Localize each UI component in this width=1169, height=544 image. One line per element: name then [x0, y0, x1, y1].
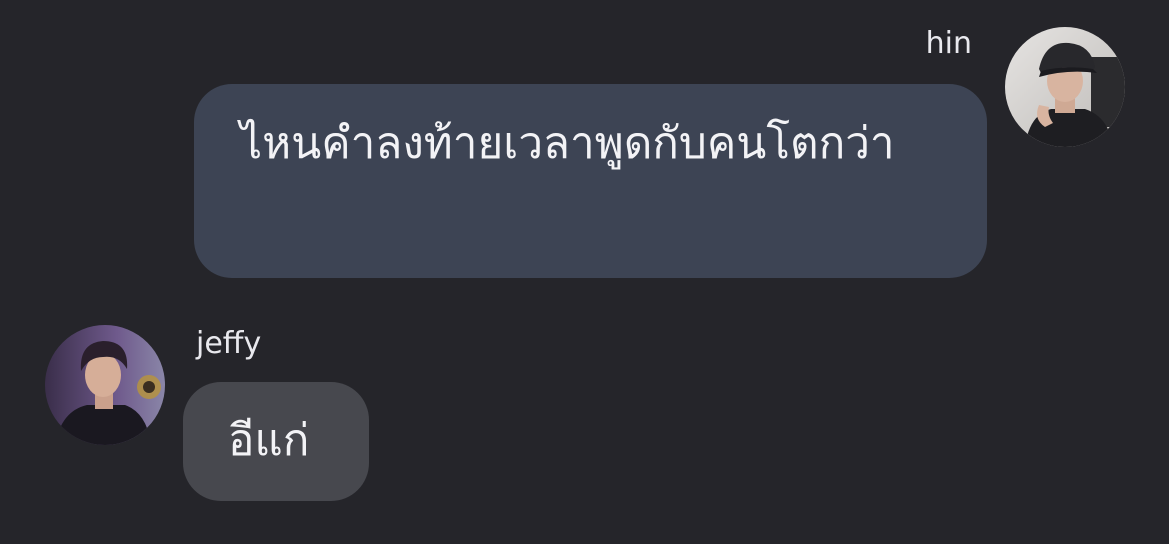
avatar-hin[interactable]: [1005, 27, 1125, 147]
avatar-jeffy[interactable]: [45, 325, 165, 445]
message-text-jeffy: อีแก่: [228, 415, 310, 466]
sender-name-hin: hin: [925, 26, 972, 61]
message-text-hin: ไหนคำลงท้ายเวลาพูดกับคนโตกว่า: [240, 118, 895, 169]
profile-photo-man-with-black-cap-icon: [1005, 27, 1125, 147]
message-bubble-hin[interactable]: ไหนคำลงท้ายเวลาพูดกับคนโตกว่า: [194, 84, 987, 278]
sender-name-jeffy: jeffy: [196, 326, 262, 361]
profile-photo-man-in-dark-hoodie-icon: [45, 325, 165, 445]
message-bubble-jeffy[interactable]: อีแก่: [183, 382, 369, 501]
